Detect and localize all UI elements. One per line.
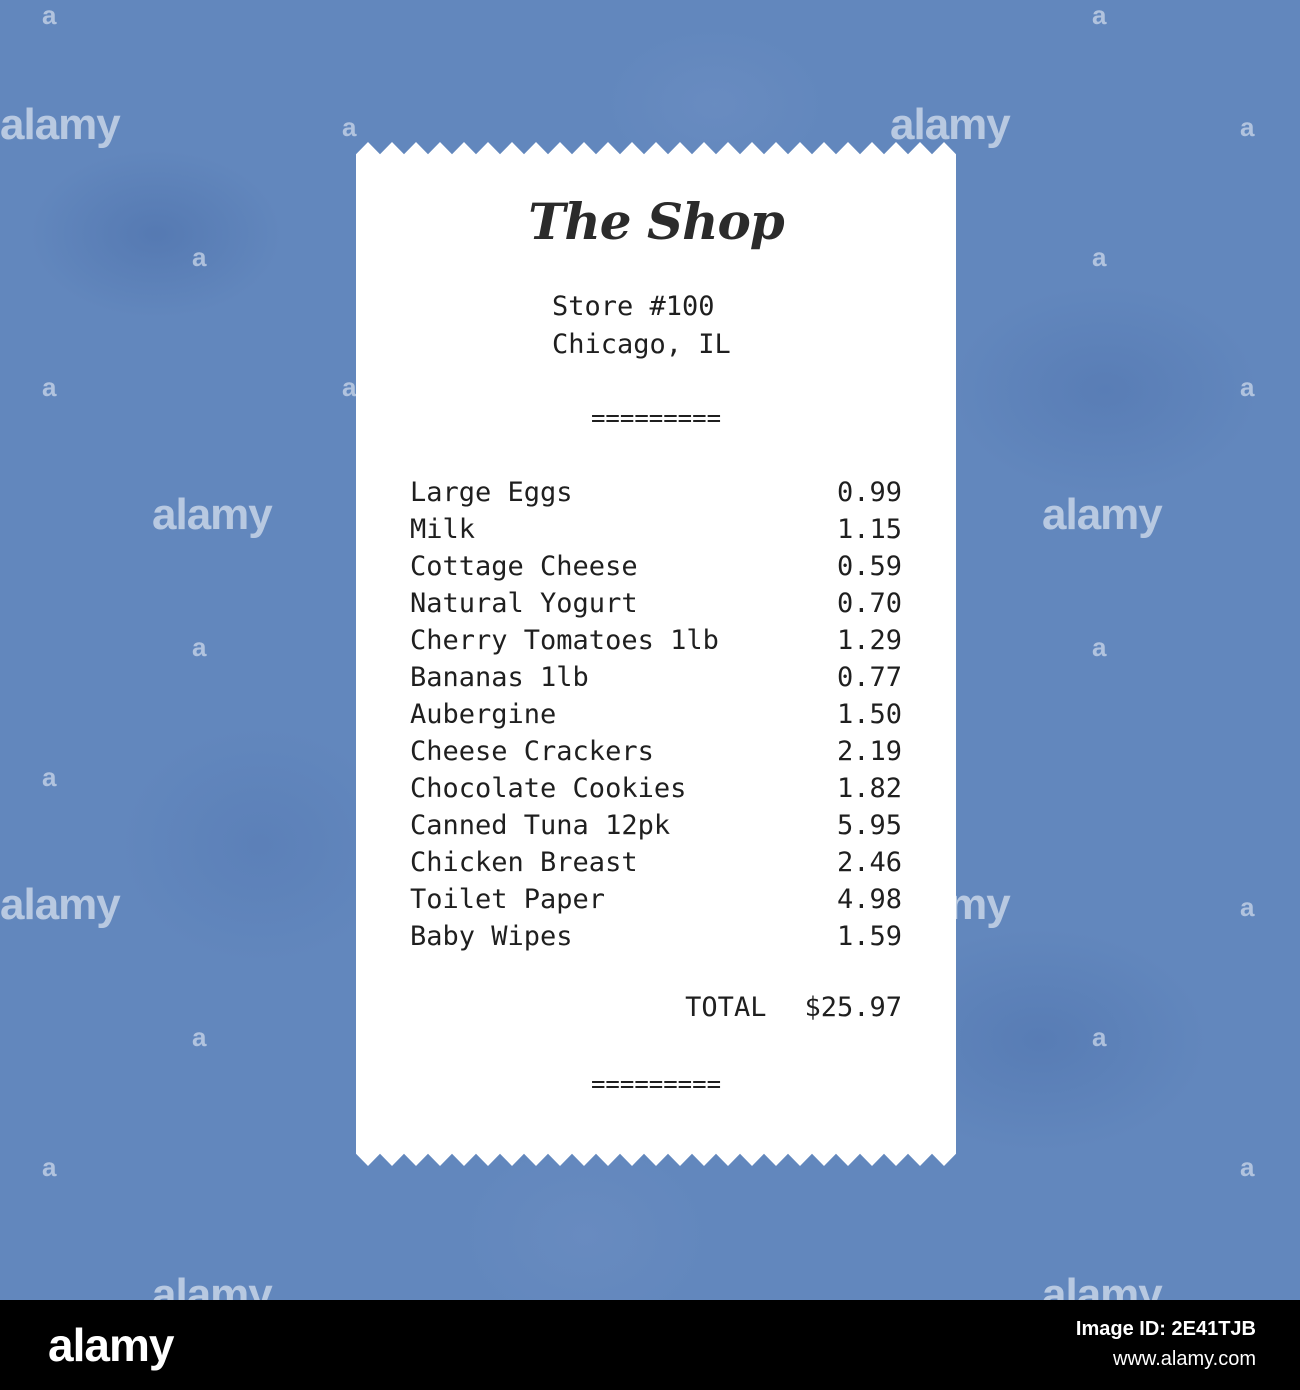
item-list: Large Eggs 0.99 Milk 1.15 Cottage Cheese 0.59… — [410, 474, 902, 955]
receipt-item-row: Natural Yogurt 0.70 — [410, 585, 902, 622]
item-price: 0.77 — [836, 662, 902, 693]
receipt-item-row: Bananas 1lb 0.77 — [410, 659, 902, 696]
watermark: alamy — [1042, 490, 1163, 539]
receipt-item-row: Large Eggs 0.99 — [410, 474, 902, 511]
item-price: 4.98 — [836, 884, 902, 915]
store-number: Store #100 — [552, 291, 715, 322]
separator-top: ========= — [590, 404, 722, 432]
item-price: 5.95 — [836, 810, 902, 841]
watermark-a: a — [1240, 892, 1255, 922]
item-price: 0.70 — [836, 588, 902, 619]
item-name: Chocolate Cookies — [410, 773, 687, 804]
site-url: www.alamy.com — [1113, 1348, 1256, 1370]
watermark-a: a — [192, 242, 207, 272]
watermark-a: a — [42, 1152, 57, 1182]
watermark-a: a — [342, 372, 357, 402]
footer-logo: alamy — [48, 1319, 174, 1371]
watermark-a: a — [1092, 0, 1107, 30]
item-name: Large Eggs — [410, 477, 573, 508]
item-price: 1.15 — [836, 514, 902, 545]
item-name: Baby Wipes — [410, 921, 573, 952]
receipt-item-row: Toilet Paper 4.98 — [410, 881, 902, 918]
item-price: 0.99 — [836, 477, 902, 508]
total-value: $25.97 — [804, 992, 902, 1023]
receipt-item-row: Milk 1.15 — [410, 511, 902, 548]
item-price: 0.59 — [836, 551, 902, 582]
store-location: Chicago, IL — [552, 329, 731, 360]
item-name: Cottage Cheese — [410, 551, 638, 582]
watermark-a: a — [1092, 632, 1107, 662]
item-name: Bananas 1lb — [410, 662, 589, 693]
watermark-a: a — [192, 1022, 207, 1052]
item-name: Cherry Tomatoes 1lb — [410, 625, 719, 656]
item-price: 1.59 — [836, 921, 902, 952]
receipt-item-row: Chicken Breast 2.46 — [410, 844, 902, 881]
total-row: TOTAL $25.97 — [410, 992, 902, 1023]
receipt-item-row: Chocolate Cookies 1.82 — [410, 770, 902, 807]
footer-info: Image ID: 2E41TJB www.alamy.com — [1076, 1314, 1256, 1374]
item-name: Aubergine — [410, 699, 557, 730]
receipt-item-row: Cottage Cheese 0.59 — [410, 548, 902, 585]
receipt-item-row: Baby Wipes 1.59 — [410, 918, 902, 955]
watermark-a: a — [1092, 1022, 1107, 1052]
item-name: Milk — [410, 514, 476, 545]
watermark-a: a — [1240, 112, 1255, 142]
total-label: TOTAL — [685, 992, 767, 1023]
receipt-item-row: Cherry Tomatoes 1lb 1.29 — [410, 622, 902, 659]
image-id: Image ID: 2E41TJB — [1075, 1318, 1256, 1340]
item-name: Cheese Crackers — [410, 736, 654, 767]
watermark-a: a — [1092, 242, 1107, 272]
shop-name: The Shop — [528, 192, 785, 251]
watermark: alamy — [890, 100, 1011, 149]
store-info: Store #100 Chicago, IL — [552, 288, 731, 364]
watermark: alamy — [0, 880, 121, 929]
watermark-a: a — [42, 0, 57, 30]
item-name: Chicken Breast — [410, 847, 638, 878]
item-price: 2.19 — [836, 736, 902, 767]
receipt-item-row: Cheese Crackers 2.19 — [410, 733, 902, 770]
watermark-a: a — [1240, 1152, 1255, 1182]
item-price: 1.50 — [836, 699, 902, 730]
receipt-paper: The Shop Store #100 Chicago, IL ========… — [356, 142, 956, 1166]
watermark-a: a — [192, 632, 207, 662]
footer-bar: alamy Image ID: 2E41TJB www.alamy.com — [0, 1300, 1300, 1390]
watermark: alamy — [152, 490, 273, 539]
item-name: Canned Tuna 12pk — [410, 810, 671, 841]
watermark: alamy — [0, 100, 121, 149]
watermark-a: a — [42, 372, 57, 402]
receipt-item-row: Canned Tuna 12pk 5.95 — [410, 807, 902, 844]
item-price: 2.46 — [836, 847, 902, 878]
item-price: 1.29 — [836, 625, 902, 656]
watermark-a: a — [1240, 372, 1255, 402]
item-price: 1.82 — [836, 773, 902, 804]
item-name: Toilet Paper — [410, 884, 606, 915]
item-name: Natural Yogurt — [410, 588, 638, 619]
watermark-a: a — [342, 112, 357, 142]
separator-bottom: ========= — [590, 1070, 722, 1098]
watermark-a: a — [42, 762, 57, 792]
receipt-item-row: Aubergine 1.50 — [410, 696, 902, 733]
